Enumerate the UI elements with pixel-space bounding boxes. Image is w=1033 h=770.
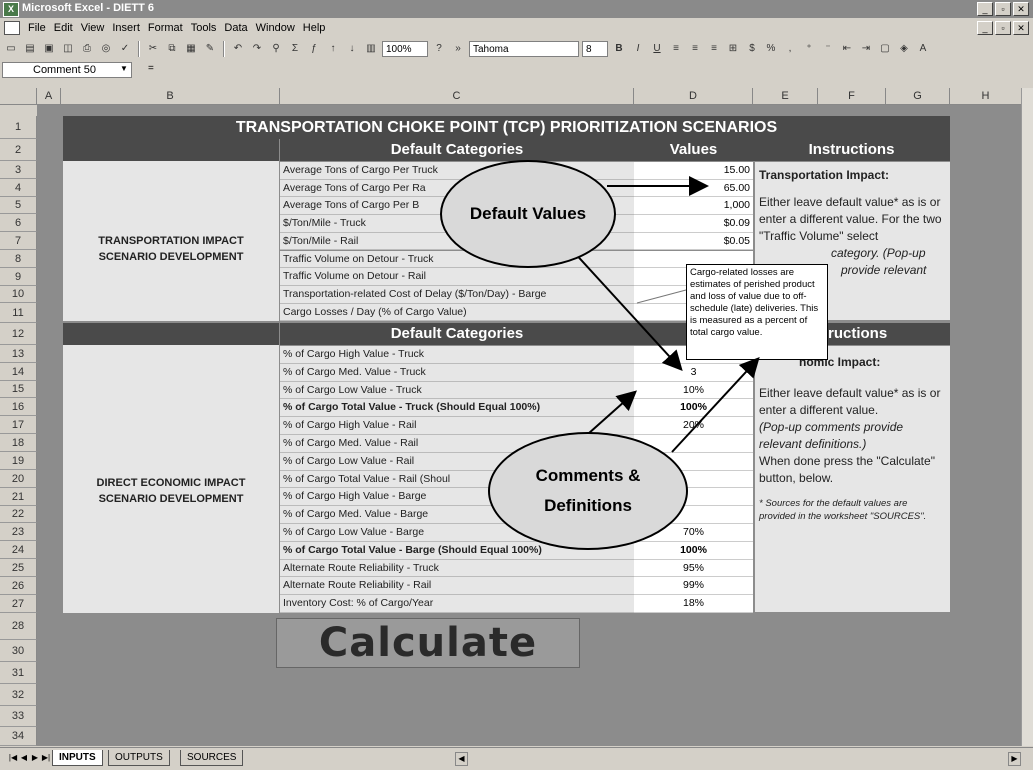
vertical-scrollbar[interactable] — [1021, 88, 1033, 746]
tab-inputs[interactable]: INPUTS — [52, 750, 103, 766]
prev-sheet-icon[interactable]: ◀ — [19, 753, 29, 763]
callout-default-values: Default Values — [440, 160, 616, 268]
scroll-left-icon[interactable]: ◀ — [455, 752, 468, 766]
tab-outputs[interactable]: OUTPUTS — [108, 750, 170, 766]
arrow-default-values-2 — [571, 249, 683, 371]
first-sheet-icon[interactable]: |◀ — [8, 753, 18, 763]
tab-sources[interactable]: SOURCES — [180, 750, 244, 766]
next-sheet-icon[interactable]: ▶ — [30, 753, 40, 763]
sheet-tabs-bar: |◀ ◀ ▶ ▶| INPUTS OUTPUTS SOURCES ◀ ▶ — [0, 747, 1033, 770]
comment-leader-line — [636, 289, 687, 304]
scroll-right-icon[interactable]: ▶ — [1008, 752, 1021, 766]
arrow-comments-2 — [671, 357, 760, 453]
last-sheet-icon[interactable]: ▶| — [41, 753, 51, 763]
callout-comments-definitions: Comments & Definitions — [488, 432, 688, 550]
calculate-button[interactable]: Calculate — [276, 618, 580, 668]
